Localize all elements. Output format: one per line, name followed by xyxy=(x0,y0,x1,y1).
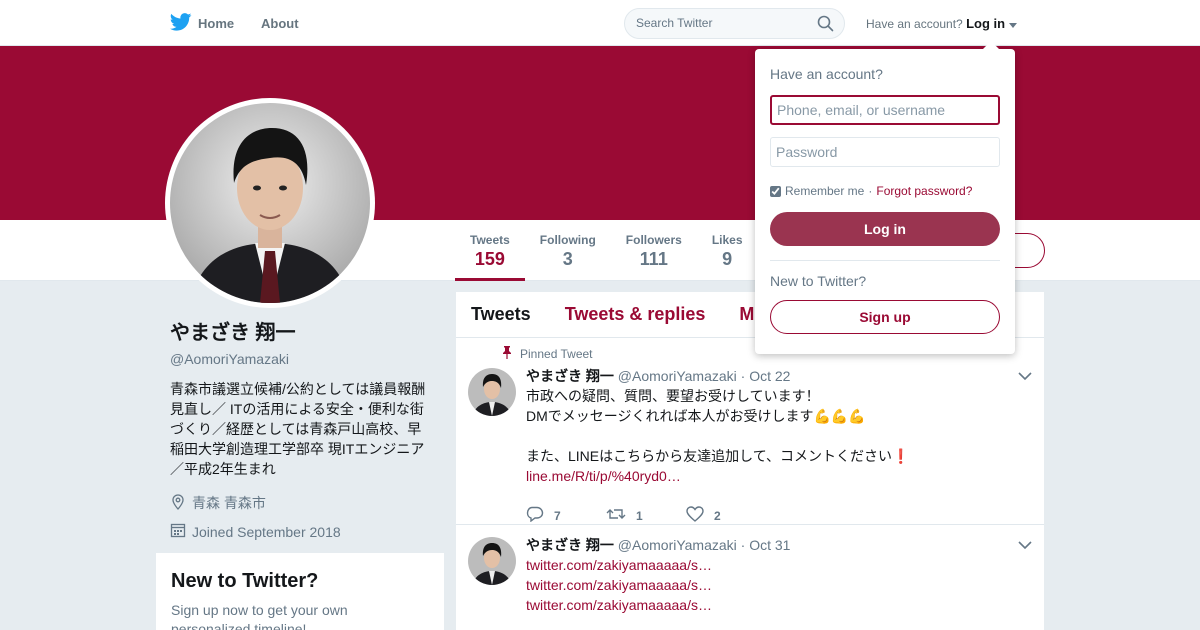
reply-count: 7 xyxy=(554,508,561,523)
tweet-item[interactable]: やまざき 翔一 @AomoriYamazaki · Oct 31 twitter… xyxy=(456,525,1044,630)
new-card-title: New to Twitter? xyxy=(171,570,319,592)
forgot-password-link[interactable]: Forgot password? xyxy=(876,184,972,198)
login-toggle[interactable]: Log in xyxy=(966,16,1017,31)
stat-value: 3 xyxy=(562,249,573,269)
nav-home-label: Home xyxy=(198,16,235,31)
pin-icon xyxy=(502,346,512,362)
like-count: 2 xyxy=(714,508,721,523)
chevron-down-icon xyxy=(1018,368,1032,385)
signup-button[interactable]: Sign up xyxy=(770,300,1000,334)
tweet-link[interactable]: twitter.com/zakiyamaaaaa/s… xyxy=(526,575,1016,595)
tweet-author-name[interactable]: やまざき 翔一 xyxy=(526,368,614,384)
have-account-text: Have an account? xyxy=(866,17,963,31)
location-pin-icon xyxy=(170,493,186,513)
remember-row: Remember me · Forgot password? xyxy=(770,184,972,198)
stat-tweets[interactable]: Tweets 159 xyxy=(455,220,525,281)
tweet-author-handle[interactable]: @AomoriYamazaki xyxy=(618,368,737,384)
tweet-link[interactable]: twitter.com/zakiyamaaaaa/s… xyxy=(526,595,1016,615)
profile-handle[interactable]: @AomoriYamazaki xyxy=(170,351,435,367)
heart-icon xyxy=(686,506,704,525)
reply-action[interactable]: 7 xyxy=(526,506,606,525)
stat-value: 111 xyxy=(639,249,668,269)
username-field[interactable] xyxy=(770,95,1000,125)
search-input[interactable] xyxy=(636,16,811,30)
login-prompt: Have an account? Log in xyxy=(866,16,1017,31)
dropdown-arrow xyxy=(983,41,999,49)
stat-value: 159 xyxy=(474,249,505,269)
profile-stats: Tweets 159 Following 3 Followers 111 Lik… xyxy=(455,220,758,281)
dropdown-title: Have an account? xyxy=(770,66,883,82)
password-field[interactable] xyxy=(770,137,1000,167)
pinned-label: Pinned Tweet xyxy=(502,346,593,362)
new-to-twitter-card: New to Twitter? Sign up now to get your … xyxy=(156,553,444,630)
search-icon[interactable] xyxy=(817,15,834,37)
profile-bio: 青森市議選立候補/公約としては議員報酬見直し／ ITの活用による安全・便利な街づ… xyxy=(170,381,426,477)
divider xyxy=(770,260,1000,261)
tweet-line: また、LINEはこちらから友達追加して、コメントください❗ xyxy=(526,448,910,464)
tweet-menu-caret[interactable] xyxy=(1018,537,1032,555)
new-card-text: Sign up now to get your own personalized… xyxy=(171,602,348,630)
tweet-link[interactable]: line.me/R/ti/p/%40ryd0… xyxy=(526,466,1016,486)
stat-followers[interactable]: Followers 111 xyxy=(611,220,697,281)
stat-likes[interactable]: Likes 9 xyxy=(697,220,758,281)
profile-name: やまざき 翔一 xyxy=(170,322,296,344)
like-action[interactable]: 2 xyxy=(686,506,766,525)
tweet-author-name[interactable]: やまざき 翔一 xyxy=(526,537,614,553)
calendar-icon xyxy=(170,522,186,541)
reply-icon xyxy=(526,506,544,525)
tweet-date[interactable]: · Oct 22 xyxy=(741,368,791,384)
chevron-down-icon xyxy=(1018,537,1032,554)
login-toggle-label: Log in xyxy=(966,16,1006,31)
caret-down-icon xyxy=(1008,16,1017,31)
joined-text: Joined September 2018 xyxy=(192,523,341,540)
remember-label[interactable]: Remember me xyxy=(785,184,864,198)
twitter-bird-icon xyxy=(169,13,192,34)
tweet-menu-caret[interactable] xyxy=(1018,368,1032,386)
login-dropdown: Have an account? Remember me · Forgot pa… xyxy=(755,41,1015,354)
login-button[interactable]: Log in xyxy=(770,212,1000,246)
tab-tweets[interactable]: Tweets xyxy=(471,304,531,325)
search-box xyxy=(624,8,845,39)
tweet-header: やまざき 翔一 @AomoriYamazaki · Oct 22 xyxy=(526,366,1016,386)
tweet-body: やまざき 翔一 @AomoriYamazaki · Oct 31 twitter… xyxy=(526,535,1016,615)
tweet-avatar[interactable] xyxy=(468,537,516,585)
nav-home-link[interactable]: Home xyxy=(169,13,235,34)
tweet-header: やまざき 翔一 @AomoriYamazaki · Oct 31 xyxy=(526,535,1016,555)
tweet-line: 市政への疑問、質問、要望お受けしています！ xyxy=(526,388,820,404)
tweet-text: 市政への疑問、質問、要望お受けしています！ DMでメッセージくれれば本人がお受け… xyxy=(526,386,1016,486)
tweet-avatar[interactable] xyxy=(468,368,516,416)
location-text: 青森 青森市 xyxy=(192,495,266,511)
tweet-line: DMでメッセージくれれば本人がお受けします💪💪💪 xyxy=(526,408,866,424)
stat-label: Tweets xyxy=(470,233,510,247)
top-navigation-bar: Home About Have an account? Log in xyxy=(0,0,1200,46)
pinned-text: Pinned Tweet xyxy=(520,347,593,361)
nav-about-link[interactable]: About xyxy=(261,16,299,31)
profile-joined: Joined September 2018 xyxy=(170,522,435,541)
profile-location: 青森 青森市 xyxy=(170,493,435,513)
tab-media[interactable]: M xyxy=(739,304,754,325)
tweet-link[interactable]: twitter.com/zakiyamaaaaa/s… xyxy=(526,555,1016,575)
profile-avatar[interactable] xyxy=(165,98,375,308)
stat-label: Following xyxy=(539,233,596,247)
tweet-date[interactable]: · Oct 31 xyxy=(741,537,791,553)
retweet-action[interactable]: 1 xyxy=(606,506,686,525)
retweet-icon xyxy=(606,506,626,525)
new-to-twitter-label: New to Twitter? xyxy=(770,273,867,289)
tweet-actions: 7 1 2 xyxy=(526,506,1016,525)
remember-checkbox[interactable] xyxy=(770,185,781,197)
tab-tweets-replies[interactable]: Tweets & replies xyxy=(565,304,706,325)
tweet-body: やまざき 翔一 @AomoriYamazaki · Oct 22 市政への疑問、… xyxy=(526,366,1016,525)
tweet-item[interactable]: Pinned Tweet やまざき 翔一 @AomoriYamazaki · O… xyxy=(456,338,1044,525)
stat-value: 9 xyxy=(722,249,733,269)
tweet-author-handle[interactable]: @AomoriYamazaki xyxy=(618,537,737,553)
stat-label: Followers xyxy=(625,233,682,247)
retweet-count: 1 xyxy=(636,508,643,523)
tweet-text: twitter.com/zakiyamaaaaa/s… twitter.com/… xyxy=(526,555,1016,615)
stat-label: Likes xyxy=(711,233,743,247)
stat-following[interactable]: Following 3 xyxy=(525,220,611,281)
separator-dot: · xyxy=(868,184,873,198)
profile-card: やまざき 翔一 @AomoriYamazaki 青森市議選立候補/公約としては議… xyxy=(170,316,435,541)
